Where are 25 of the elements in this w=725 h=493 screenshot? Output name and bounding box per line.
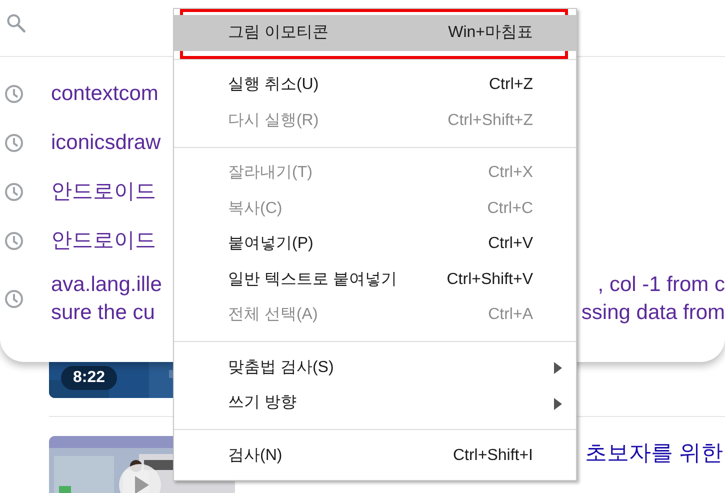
menu-item[interactable]: 실행 취소(U) Ctrl+Z: [174, 68, 576, 103]
submenu-arrow-icon: [554, 398, 562, 410]
clock-icon: [4, 182, 24, 202]
menu-item[interactable]: 붙여넣기(P) Ctrl+V: [174, 226, 576, 262]
clock-icon: [4, 289, 24, 309]
menu-item[interactable]: 그림 이모티콘 Win+마침표: [174, 15, 576, 50]
suggestion-text[interactable]: ssing data from: [581, 299, 725, 327]
clock-icon: [4, 84, 24, 104]
clock-icon: [4, 132, 24, 152]
duration-badge: 8:22: [61, 366, 118, 390]
suggestion-text[interactable]: sure the cu: [51, 299, 155, 327]
menu-item[interactable]: 맞춤법 검사(S): [174, 350, 576, 386]
clock-icon: [4, 230, 24, 250]
submenu-arrow-icon: [554, 362, 562, 374]
menu-item[interactable]: 검사(N) Ctrl+Shift+I: [174, 438, 576, 474]
suggestion-text[interactable]: iconicsdraw: [51, 128, 161, 156]
suggestion-text[interactable]: 안드로이드: [51, 226, 156, 254]
search-icon: [5, 12, 27, 34]
suggestion-text[interactable]: ava.lang.ille: [51, 271, 162, 299]
suggestion-text[interactable]: contextcom: [51, 80, 158, 108]
suggestion-text[interactable]: , col -1 from c: [598, 271, 725, 299]
video-title[interactable]: 초보자를 위한: [585, 436, 724, 469]
menu-item[interactable]: 쓰기 방향: [174, 386, 576, 421]
suggestion-text[interactable]: 안드로이드: [51, 178, 156, 206]
menu-item[interactable]: 일반 텍스트로 붙여넣기 Ctrl+Shift+V: [174, 262, 576, 298]
